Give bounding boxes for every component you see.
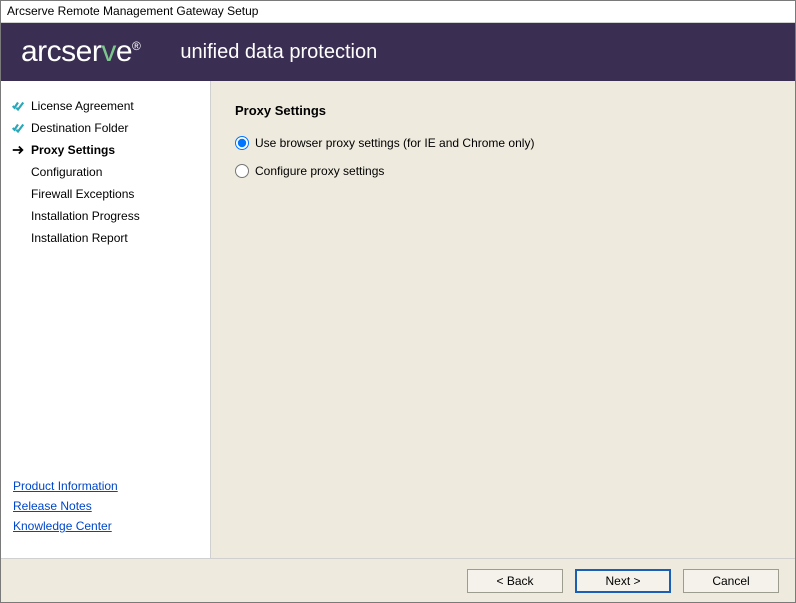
step-installation-progress: Installation Progress: [1, 205, 210, 227]
sidebar: License Agreement Destination Folder Pro…: [1, 81, 211, 558]
check-icon: [9, 99, 27, 113]
radio-use-browser-proxy-label: Use browser proxy settings (for IE and C…: [255, 136, 534, 150]
radio-use-browser-proxy[interactable]: Use browser proxy settings (for IE and C…: [235, 136, 771, 150]
sidebar-links: Product Information Release Notes Knowle…: [1, 468, 210, 548]
step-label: Destination Folder: [31, 121, 128, 135]
step-destination-folder: Destination Folder: [1, 117, 210, 139]
logo-text-suffix: e: [116, 35, 132, 68]
radio-configure-proxy-input[interactable]: [235, 164, 249, 178]
header-banner: arcserve® unified data protection: [1, 23, 795, 81]
next-button[interactable]: Next >: [575, 569, 671, 593]
body: License Agreement Destination Folder Pro…: [1, 81, 795, 558]
check-icon: [9, 121, 27, 135]
footer: < Back Next > Cancel: [1, 558, 795, 602]
arrow-right-icon: [9, 143, 27, 157]
step-label: Firewall Exceptions: [31, 187, 134, 201]
window-title: Arcserve Remote Management Gateway Setup: [7, 4, 258, 18]
section-title: Proxy Settings: [235, 103, 771, 118]
steps-list: License Agreement Destination Folder Pro…: [1, 91, 210, 468]
knowledge-center-link[interactable]: Knowledge Center: [13, 516, 198, 536]
main-panel: Proxy Settings Use browser proxy setting…: [211, 81, 795, 558]
step-label: Installation Report: [31, 231, 128, 245]
step-label: Configuration: [31, 165, 102, 179]
window-titlebar: Arcserve Remote Management Gateway Setup: [1, 1, 795, 23]
radio-use-browser-proxy-input[interactable]: [235, 136, 249, 150]
step-license-agreement: License Agreement: [1, 95, 210, 117]
step-installation-report: Installation Report: [1, 227, 210, 249]
header-tagline: unified data protection: [180, 41, 377, 64]
logo-registered: ®: [132, 39, 140, 53]
setup-window: Arcserve Remote Management Gateway Setup…: [0, 0, 796, 603]
logo-text-v: v: [101, 35, 116, 68]
step-configuration: Configuration: [1, 161, 210, 183]
step-firewall-exceptions: Firewall Exceptions: [1, 183, 210, 205]
step-label: Proxy Settings: [31, 143, 115, 157]
arcserve-logo: arcserve®: [21, 35, 140, 69]
step-label: Installation Progress: [31, 209, 140, 223]
back-button[interactable]: < Back: [467, 569, 563, 593]
radio-configure-proxy[interactable]: Configure proxy settings: [235, 164, 771, 178]
step-label: License Agreement: [31, 99, 134, 113]
step-proxy-settings: Proxy Settings: [1, 139, 210, 161]
radio-configure-proxy-label: Configure proxy settings: [255, 164, 384, 178]
logo-text-prefix: arcser: [21, 35, 101, 68]
release-notes-link[interactable]: Release Notes: [13, 496, 198, 516]
product-information-link[interactable]: Product Information: [13, 476, 198, 496]
cancel-button[interactable]: Cancel: [683, 569, 779, 593]
